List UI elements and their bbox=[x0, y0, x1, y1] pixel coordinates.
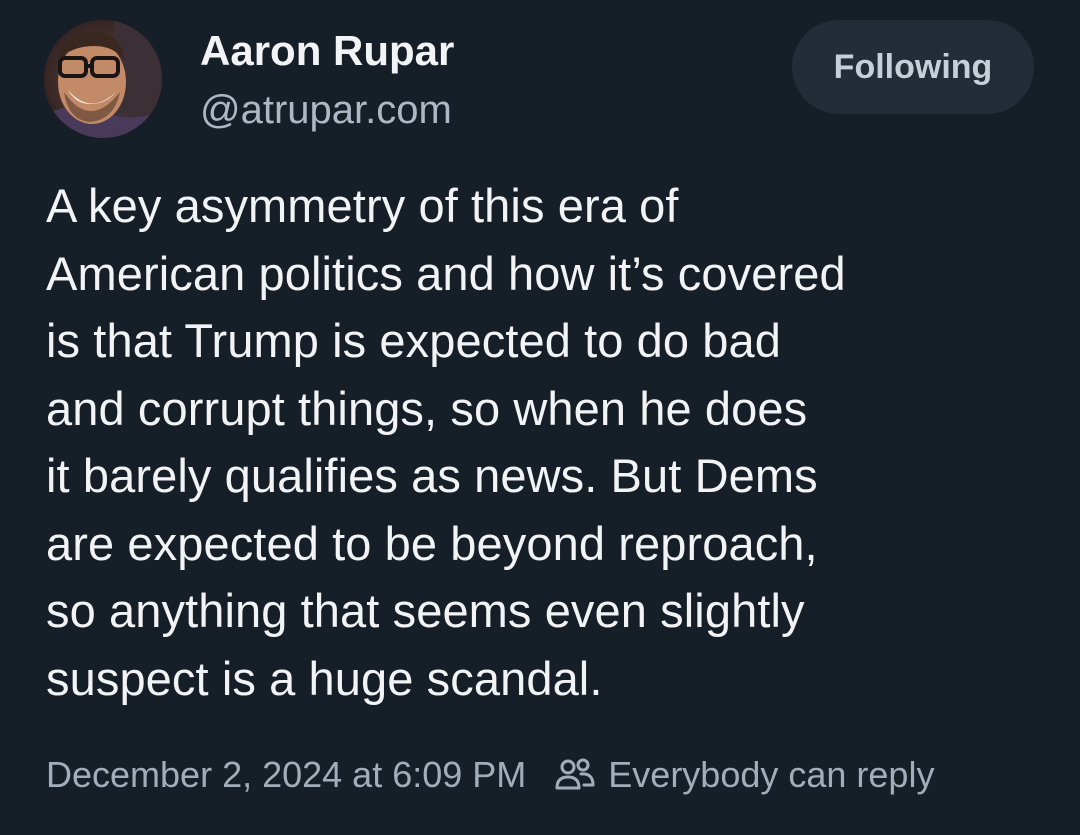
post-meta: December 2, 2024 at 6:09 PM Everybody ca… bbox=[46, 750, 934, 800]
post-card: Aaron Rupar @atrupar.com Following A key… bbox=[0, 0, 1080, 835]
avatar[interactable] bbox=[44, 20, 162, 138]
reply-setting-label: Everybody can reply bbox=[608, 754, 935, 795]
reply-setting[interactable]: Everybody can reply bbox=[554, 754, 934, 796]
people-icon bbox=[554, 754, 596, 796]
following-button[interactable]: Following bbox=[792, 20, 1034, 114]
author-handle[interactable]: @atrupar.com bbox=[200, 86, 452, 134]
post-timestamp[interactable]: December 2, 2024 at 6:09 PM bbox=[46, 754, 526, 796]
author-display-name[interactable]: Aaron Rupar bbox=[200, 26, 454, 76]
avatar-photo bbox=[44, 20, 162, 138]
post-text: A key asymmetry of this era of American … bbox=[46, 179, 846, 705]
